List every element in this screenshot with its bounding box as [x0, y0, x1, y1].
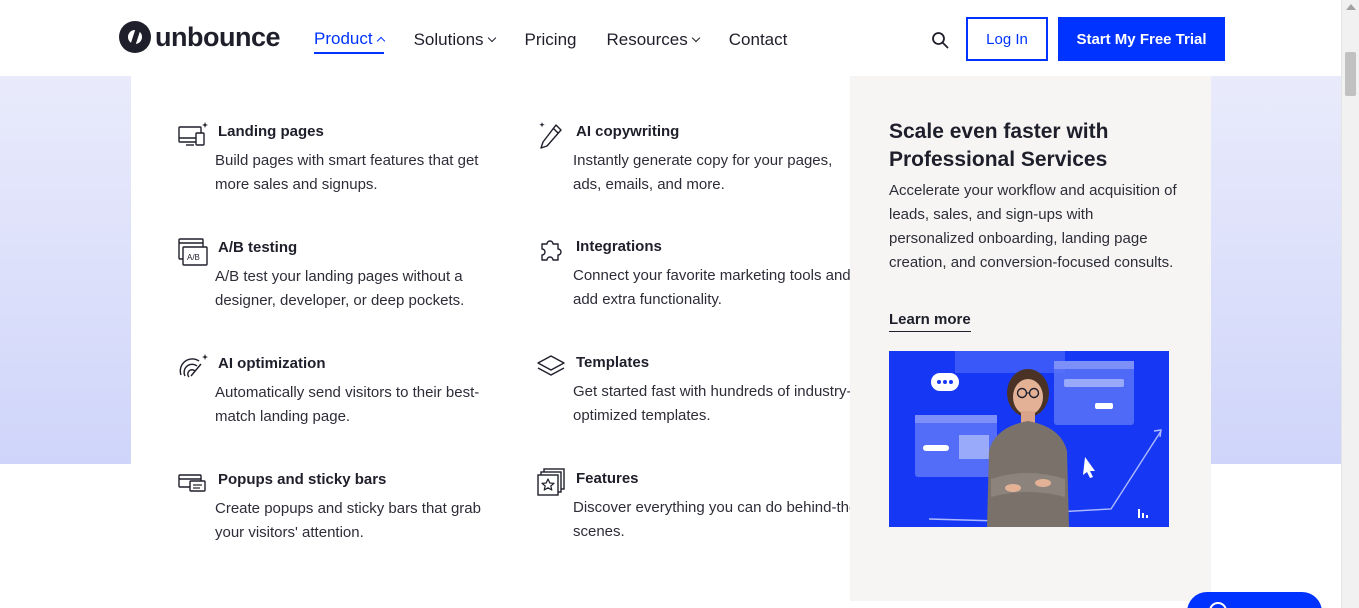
search-icon[interactable]	[931, 31, 949, 49]
main-nav: Product Solutions Pricing Resources Cont…	[314, 26, 817, 54]
menu-item-title: Templates	[576, 354, 650, 371]
site-header: unbounce Product Solutions Pricing Resou…	[0, 0, 1341, 76]
menu-item-description: A/B test your landing pages without a de…	[215, 268, 465, 309]
nav-resources[interactable]: Resources	[606, 26, 701, 54]
login-button[interactable]: Log In	[966, 17, 1048, 61]
landing-pages-icon	[178, 122, 208, 146]
nav-solutions[interactable]: Solutions	[413, 26, 496, 54]
logo-text: unbounce	[155, 21, 281, 52]
vertical-scrollbar[interactable]	[1341, 0, 1359, 608]
scrollbar-thumb[interactable]	[1345, 52, 1356, 96]
professional-services-image[interactable]	[889, 351, 1169, 527]
menu-item-title: Integrations	[576, 238, 662, 255]
chevron-down-icon	[691, 33, 701, 43]
nav-contact-label: Contact	[728, 30, 788, 49]
menu-item-description: Build pages with smart features that get…	[215, 152, 479, 193]
chat-launcher-button[interactable]	[1187, 592, 1322, 608]
menu-item-description: Get started fast with hundreds of indust…	[573, 383, 852, 424]
nav-contact[interactable]: Contact	[729, 26, 788, 54]
menu-item-description: Automatically send visitors to their bes…	[215, 384, 480, 425]
scroll-up-arrow-icon[interactable]	[1346, 4, 1356, 10]
popups-icon	[178, 474, 206, 492]
menu-item-title: Landing pages	[218, 123, 324, 140]
puzzle-icon	[541, 240, 562, 261]
nav-product-label: Product	[314, 29, 373, 48]
nav-pricing[interactable]: Pricing	[525, 26, 577, 54]
menu-item-title: Features	[576, 470, 639, 487]
nav-product[interactable]: Product	[314, 26, 385, 54]
svg-text:A/B: A/B	[187, 253, 200, 262]
promo-description: Accelerate your workflow and acquisition…	[889, 182, 1177, 271]
start-trial-button[interactable]: Start My Free Trial	[1058, 17, 1225, 61]
menu-item-title: A/B testing	[218, 239, 298, 256]
product-menu-list: Landing pages Build pages with smart fea…	[131, 76, 862, 601]
chevron-down-icon	[487, 33, 496, 43]
learn-more-link[interactable]: Learn more	[889, 311, 971, 332]
logo[interactable]: unbounce	[119, 21, 281, 53]
nav-pricing-label: Pricing	[524, 30, 577, 49]
chevron-up-icon	[376, 36, 385, 45]
menu-item-description: Instantly generate copy for your pages, …	[573, 152, 833, 193]
star-cards-icon	[537, 468, 565, 496]
menu-item-description: Connect your favorite marketing tools an…	[573, 267, 851, 308]
layers-icon	[537, 355, 565, 376]
menu-item-title: Popups and sticky bars	[218, 471, 387, 488]
chat-icon	[1209, 602, 1227, 608]
menu-item-title: AI copywriting	[576, 123, 680, 140]
nav-solutions-label: Solutions	[413, 30, 484, 49]
ai-optimization-icon	[179, 354, 208, 378]
promo-illustration	[889, 351, 1169, 527]
product-mega-menu: Landing pages Build pages with smart fea…	[131, 76, 1211, 601]
menu-item-description: Create popups and sticky bars that grab …	[215, 500, 481, 541]
promo-title: Scale even faster with Professional Serv…	[889, 120, 1109, 171]
nav-resources-label: Resources	[606, 30, 688, 49]
menu-item-description: Discover everything you can do behind-th…	[573, 499, 863, 540]
unbounce-logo-icon	[119, 21, 151, 53]
ab-testing-icon: A/B	[178, 238, 208, 266]
menu-item-title: AI optimization	[218, 355, 326, 372]
ai-copywriting-icon	[539, 122, 562, 149]
promo-panel: Scale even faster with Professional Serv…	[850, 76, 1211, 601]
